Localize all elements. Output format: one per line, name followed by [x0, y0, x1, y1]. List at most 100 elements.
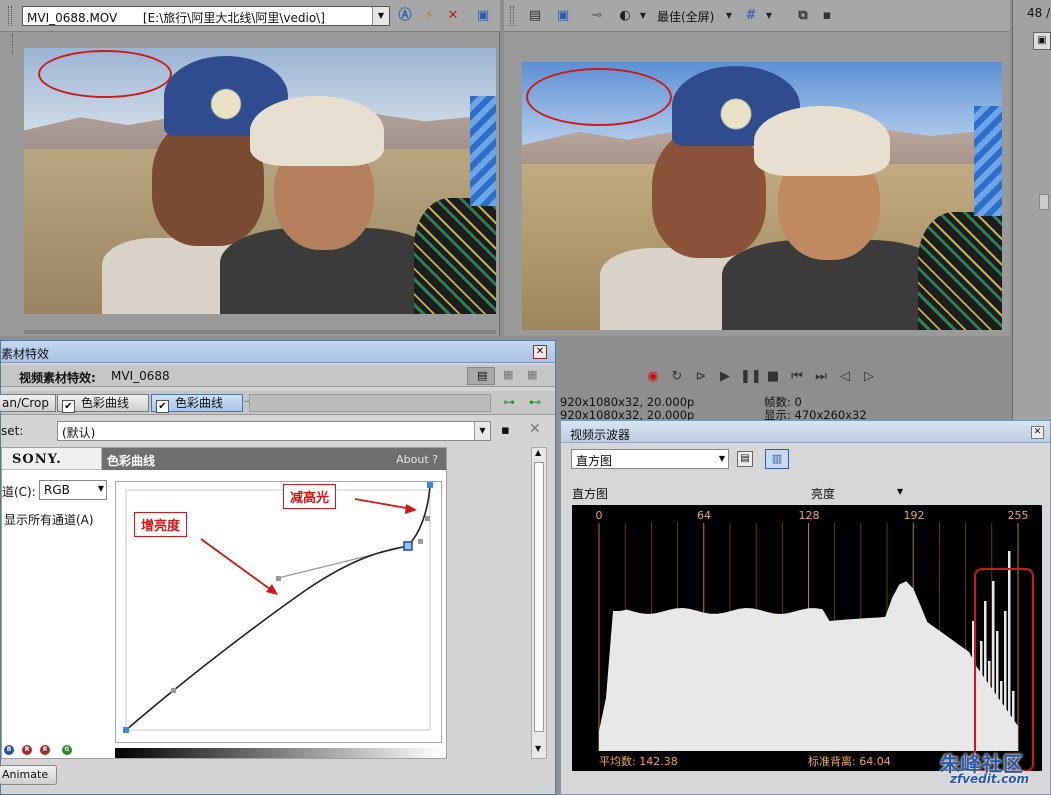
histogram-spike	[996, 631, 999, 751]
checkbox-icon[interactable]: ✔	[62, 400, 75, 413]
fx-header-label: 视频素材特效:	[19, 371, 96, 385]
fx-title-bar[interactable]: 素材特效 ✕	[1, 341, 555, 363]
list-icon: ▤	[477, 369, 488, 382]
curve-handle[interactable]	[276, 576, 281, 581]
grid-icon[interactable]: #	[742, 7, 760, 25]
fx-scrollbar[interactable]: ▲ ▼	[531, 447, 547, 759]
scroll-up-icon[interactable]: ▲	[535, 448, 541, 457]
chevron-down-icon[interactable]: ▼	[760, 7, 778, 25]
scope-type-select[interactable]: 直方图 ▼	[571, 449, 729, 469]
toolbar-grip[interactable]	[510, 6, 514, 26]
curve-handle[interactable]	[171, 688, 176, 693]
histogram-spike	[980, 641, 983, 751]
site-watermark: 朱峰社区 zfvedit.com	[920, 748, 1048, 792]
curve-point-selected[interactable]	[403, 541, 413, 551]
delete-x-icon[interactable]: ✕	[444, 7, 462, 25]
curve-handle[interactable]	[425, 516, 430, 521]
record-icon[interactable]: ◉	[644, 368, 662, 386]
histogram-spike	[1000, 681, 1003, 751]
overlay-icon[interactable]: ◐	[616, 7, 634, 25]
fx-chain-bar: an/Crop ✔ 色彩曲线 ✔ 色彩曲线 ⊸ ⊶ ⊷	[0, 391, 555, 415]
child-hat	[754, 106, 890, 176]
curve-point[interactable]	[427, 482, 433, 488]
chevron-down-icon[interactable]: ▼	[372, 7, 389, 25]
chevron-down-icon[interactable]: ▼	[474, 422, 490, 440]
lightning-icon[interactable]: ⚡	[420, 7, 438, 25]
fx-chain-item-pan-crop[interactable]: an/Crop	[0, 394, 57, 412]
color-curves-plugin: SONY. 色彩曲线 About ? 道(C): RGB ▼ 显示所有通道(A)…	[1, 447, 447, 759]
previous-frame-icon[interactable]: ◁	[836, 368, 854, 386]
delete-preset-icon[interactable]: ✕	[529, 421, 541, 437]
channel-select[interactable]: RGB ▼	[39, 480, 107, 500]
split-screen-icon[interactable]: ⊸	[588, 7, 606, 25]
monitor-icon[interactable]: ▣	[474, 7, 492, 25]
panel-toggle-icon[interactable]: ▣	[1033, 32, 1051, 50]
chevron-down-icon[interactable]: ▼	[897, 487, 903, 496]
copy-snapshot-icon[interactable]: ⧉	[794, 7, 812, 25]
scopes-title-bar[interactable]: 视频示波器 ✕	[561, 421, 1050, 443]
preset-row: set: (默认) ▼ ▪ ✕	[1, 419, 555, 443]
scroll-thumb[interactable]	[534, 462, 544, 732]
chevron-down-icon: ▼	[97, 484, 104, 493]
pause-icon[interactable]: ❚❚	[740, 368, 762, 386]
tick-label-0: 0	[596, 509, 603, 522]
fx-chain-item-color-curves-1[interactable]: ✔ 色彩曲线	[57, 394, 149, 413]
trimmer-window: MVI_0688.MOV [E:\旅行\阿里大北线\阿里\vedio\] ▼ Ⓐ…	[0, 0, 500, 336]
sky-highlight-ellipse	[38, 50, 172, 98]
tile-view-icon[interactable]: ▦	[527, 368, 537, 381]
scopes-title: 视频示波器	[570, 428, 631, 442]
stop-icon[interactable]: ■	[764, 368, 782, 386]
auto-preview-icon[interactable]: Ⓐ	[396, 7, 414, 25]
woman-clothing	[918, 212, 1002, 330]
close-icon[interactable]: ✕	[1031, 426, 1044, 439]
go-to-start-icon[interactable]: ⏮	[788, 368, 806, 386]
file-path-combo[interactable]: MVI_0688.MOV [E:\旅行\阿里大北线\阿里\vedio\] ▼	[22, 6, 390, 26]
histogram-icon[interactable]: ▥	[765, 449, 789, 469]
preset-combo[interactable]: (默认) ▼	[57, 421, 491, 441]
chevron-down-icon[interactable]: ▼	[634, 7, 652, 25]
checkbox-icon[interactable]: ✔	[156, 400, 169, 413]
view-mode-button[interactable]: ▤	[467, 367, 495, 385]
settings-icon[interactable]: ▤	[737, 451, 753, 467]
trimmer-toolbar: MVI_0688.MOV [E:\旅行\阿里大北线\阿里\vedio\] ▼ Ⓐ…	[0, 0, 500, 32]
partial-counter: 48 /	[1027, 6, 1051, 20]
blue-channel-icon[interactable]: B	[4, 745, 14, 755]
chevron-down-icon[interactable]: ▼	[720, 7, 738, 25]
histogram-mode[interactable]: 亮度	[811, 485, 835, 502]
remove-plugin-icon[interactable]: ⊷	[529, 395, 541, 409]
preview-quality[interactable]: 最佳(全屏)	[657, 8, 714, 25]
play-from-start-icon[interactable]: ⊳	[692, 368, 710, 386]
toolbar-grip[interactable]	[8, 6, 12, 26]
about-link[interactable]: About ?	[396, 453, 438, 466]
show-all-channels-checkbox[interactable]: 显示所有通道(A)	[4, 511, 94, 528]
preview-info: 920x1080x32, 20.000p 帧数: 0 920x1080x32, …	[560, 396, 1000, 421]
fx-chain-item-color-curves-2[interactable]: ✔ 色彩曲线	[151, 394, 243, 413]
loop-icon[interactable]: ↻	[668, 368, 686, 386]
animate-button[interactable]: Animate	[0, 765, 57, 785]
save-snapshot-icon[interactable]: ▪	[818, 7, 836, 25]
save-preset-icon[interactable]: ▪	[501, 423, 510, 438]
play-icon[interactable]: ▶	[716, 368, 734, 386]
curve-handle[interactable]	[418, 539, 423, 544]
file-path: [E:\旅行\阿里大北线\阿里\vedio\]	[142, 11, 325, 25]
woman-clothing	[414, 198, 496, 314]
trimmer-side-grip[interactable]	[12, 34, 16, 54]
next-frame-icon[interactable]: ▷	[860, 368, 878, 386]
monitor-icon[interactable]: ▣	[554, 7, 572, 25]
side-scroll-handle[interactable]	[1039, 194, 1049, 210]
woman-scarf	[974, 106, 1002, 216]
curve-point[interactable]	[123, 727, 129, 733]
scroll-down-icon[interactable]: ▼	[535, 744, 541, 753]
tick-label-255: 255	[1008, 509, 1029, 522]
red-channel-icon[interactable]: R	[40, 745, 50, 755]
green-channel-icon[interactable]: G	[62, 745, 72, 755]
grid-view-icon[interactable]: ▦	[503, 368, 513, 381]
close-icon[interactable]: ✕	[533, 345, 547, 359]
curve-editor[interactable]: 增亮度 减高光	[115, 481, 442, 743]
properties-icon[interactable]: ▤	[526, 7, 544, 25]
go-to-end-icon[interactable]: ⏭	[812, 368, 830, 386]
luminance-gradient-bar	[115, 748, 442, 758]
plug-in-chain-icon[interactable]: ⊶	[503, 395, 515, 409]
red-channel-icon[interactable]: R	[22, 745, 32, 755]
channel-label: 道(C):	[2, 485, 36, 499]
